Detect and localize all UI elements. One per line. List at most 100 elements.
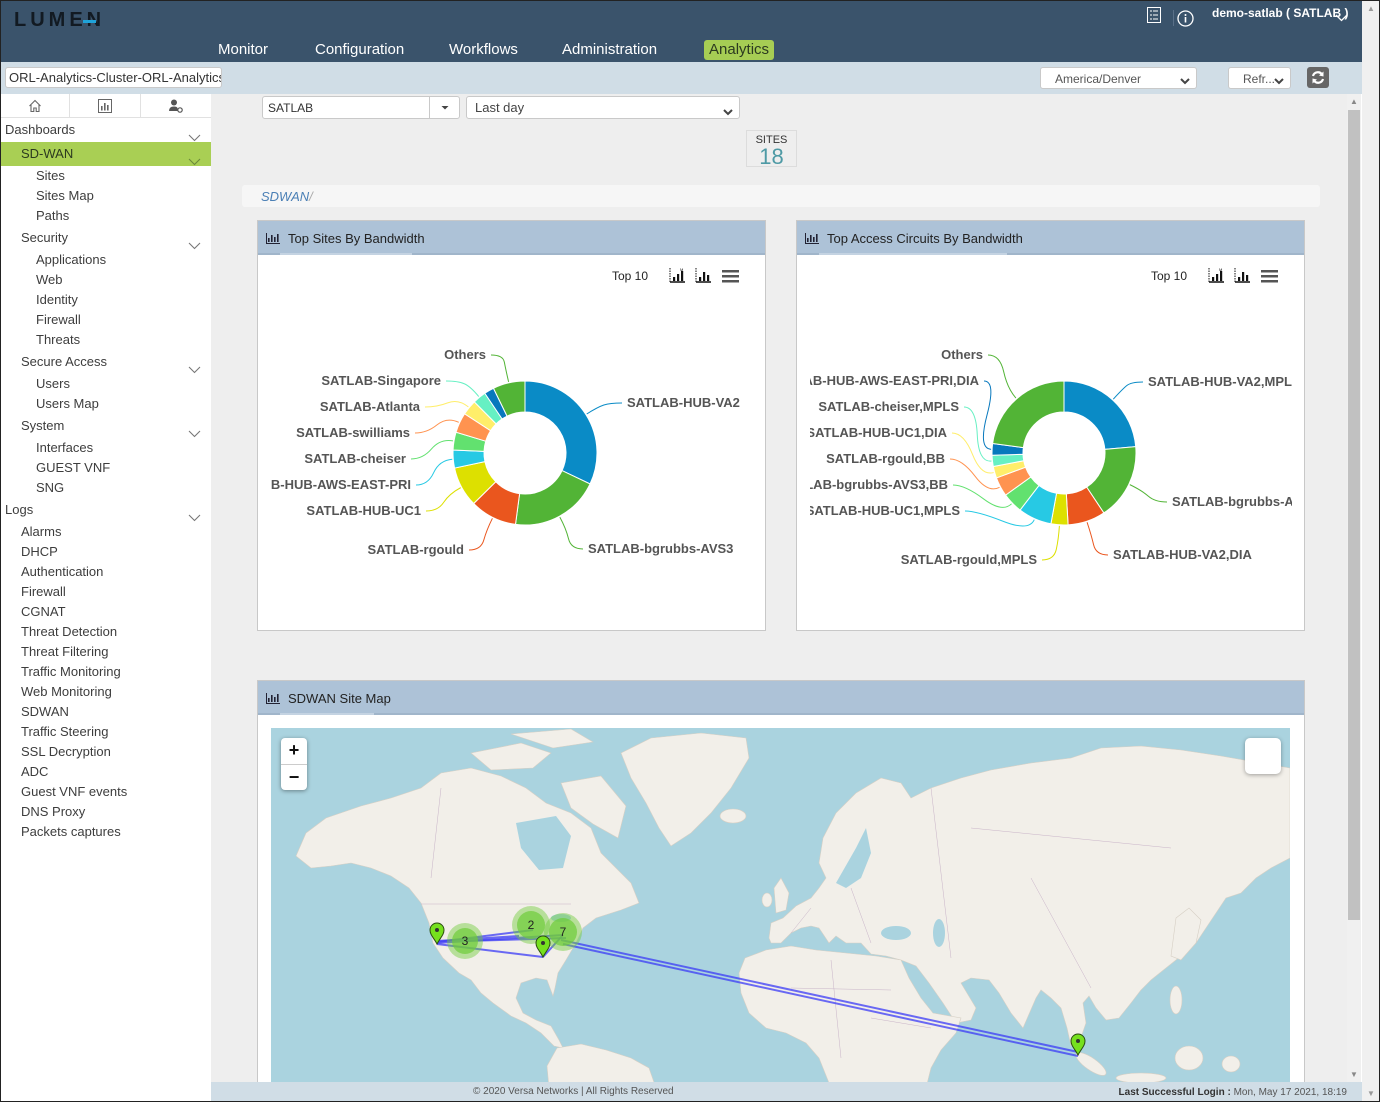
sites-summary[interactable]: SITES 18 [746,130,797,168]
chevron-down-icon [723,104,733,119]
sidebar-item-sites-map[interactable]: Sites Map [0,186,211,206]
sidebar-item-label: Secure Access [21,354,107,369]
map-zoom-control: + − [281,738,307,790]
map-layer-control[interactable] [1245,738,1281,774]
sidebar-item-adc[interactable]: ADC [0,762,211,782]
info-icon[interactable] [1177,10,1194,32]
sidebar-item-identity[interactable]: Identity [0,290,211,310]
sidebar-item-ssl-decryption[interactable]: SSL Decryption [0,742,211,762]
window-scrollbar[interactable]: ▲ ▼ [1362,0,1380,1102]
chevron-down-icon [1180,74,1190,88]
nav-monitor[interactable]: Monitor [213,40,273,60]
refresh-interval-select[interactable]: Refr... [1228,67,1291,89]
tenant-combobox[interactable]: SATLAB [262,96,460,119]
sidebar-item-threats[interactable]: Threats [0,330,211,350]
sidebar-item-guest-vnf[interactable]: GUEST VNF [0,458,211,478]
sidebar-item-dhcp[interactable]: DHCP [0,542,211,562]
scroll-up-arrow[interactable]: ▲ [1350,97,1358,106]
sidebar-tab-home[interactable] [0,94,71,118]
cluster-3[interactable]: 3 [447,923,483,959]
tenant-dropdown-button[interactable] [429,97,459,118]
scrollbar-thumb[interactable] [1348,110,1360,920]
task-list-icon[interactable] [1147,7,1161,28]
zoom-in-button[interactable]: + [281,738,307,764]
sidebar-item-users[interactable]: Users [0,374,211,394]
sidebar-item-web-monitoring[interactable]: Web Monitoring [0,682,211,702]
timezone-select[interactable]: America/Denver [1040,67,1197,89]
sidebar-item-label: Logs [5,502,34,517]
nav-analytics[interactable]: Analytics [704,40,775,60]
sidebar-item-paths[interactable]: Paths [0,206,211,226]
sidebar-item-traffic-monitoring[interactable]: Traffic Monitoring [0,662,211,682]
borneo [1174,1045,1204,1071]
donut-slice[interactable] [1063,380,1137,450]
sidebar-item-system[interactable]: System [0,414,211,438]
sidebar-item-applications[interactable]: Applications [0,250,211,270]
content-scrollbar[interactable]: ▲ ▼ [1347,94,1361,1082]
sidebar-item-security[interactable]: Security [0,226,211,250]
slice-label: SATLAB-cheiser,MPLS [818,399,959,414]
map-canvas[interactable]: 3 2 7 [271,728,1290,1082]
bar-chart-icon [805,231,819,249]
sidebar-item-sdwan-logs[interactable]: SDWAN [0,702,211,722]
slice-leader-line [949,458,1000,490]
java [1115,1072,1167,1082]
slice-leader-line [951,432,994,474]
sidebar-tab-analytics[interactable] [70,94,141,118]
sidebar-item-sites[interactable]: Sites [0,166,211,186]
panel-title: Top Access Circuits By Bandwidth [827,231,1023,246]
refresh-button[interactable] [1307,67,1329,88]
sidebar-item-packet-captures[interactable]: Packets captures [0,822,211,842]
sidebar-item-web[interactable]: Web [0,270,211,290]
donut-plot: SATLAB-HUB-VA2,MPLS SATLAB-bgrubbs-AVS3 SA… [797,347,1292,567]
world-map[interactable]: 3 2 7 + − [271,728,1290,1082]
sulawesi [1221,1055,1241,1073]
sidebar-item-logs[interactable]: Logs [0,498,211,522]
sidebar-item-sng[interactable]: SNG [0,478,211,498]
slice-label: SATLAB-HUB-VA2,DIA [1113,547,1253,562]
sidebar-item-traffic-steering[interactable]: Traffic Steering [0,722,211,742]
sidebar-item-secure-access[interactable]: Secure Access [0,350,211,374]
sidebar-item-alarms[interactable]: Alarms [0,522,211,542]
sidebar-item-users-map[interactable]: Users Map [0,394,211,414]
slice-leader-line [410,440,454,460]
sidebar-item-authentication[interactable]: Authentication [0,562,211,582]
chevron-down-icon[interactable] [1335,9,1348,27]
sidebar-menu: Dashboards SD-WAN Sites Sites Map Paths … [0,118,211,842]
sidebar-item-threat-filtering[interactable]: Threat Filtering [0,642,211,662]
scroll-up-arrow[interactable]: ▲ [1367,4,1375,13]
zoom-out-button[interactable]: − [281,764,307,790]
sidebar-item-logs-firewall[interactable]: Firewall [0,582,211,602]
panel-title: Top Sites By Bandwidth [288,231,425,246]
home-icon [28,99,41,113]
sidebar-item-interfaces[interactable]: Interfaces [0,438,211,458]
panel-header: Top Sites By Bandwidth [258,221,765,255]
slice-leader-line [445,380,480,397]
sidebar-item-dashboards[interactable]: Dashboards [0,118,211,142]
sidebar-item-cgnat[interactable]: CGNAT [0,602,211,622]
sidebar-item-sd-wan[interactable]: SD-WAN [0,142,211,166]
context-bar: ORL-Analytics-Cluster-ORL-AnalyticsDa Am… [0,62,1362,94]
user-menu[interactable]: demo-satlab ( SATLAB ) [1212,6,1348,20]
cluster-count: 3 [462,934,469,948]
scroll-down-arrow[interactable]: ▼ [1350,1070,1358,1079]
slice-label: SATLAB-bgrubbs-AVS3,BB [797,477,948,492]
scroll-down-arrow[interactable]: ▼ [1367,1089,1375,1098]
sidebar-item-security-firewall[interactable]: Firewall [0,310,211,330]
breadcrumb-sdwan[interactable]: SDWAN [261,189,309,204]
sidebar-item-threat-detection[interactable]: Threat Detection [0,622,211,642]
slice-label: SATLAB-HUB-UC1,DIA [806,425,947,440]
nav-configuration[interactable]: Configuration [310,40,409,60]
sidebar-item-dns-proxy[interactable]: DNS Proxy [0,802,211,822]
donut-slice[interactable] [992,380,1065,449]
sidebar-tab-admin[interactable] [141,94,211,118]
sidebar-item-guest-vnf-events[interactable]: Guest VNF events [0,782,211,802]
logo-accent [83,20,96,23]
donut-slice[interactable] [524,380,598,485]
nav-administration[interactable]: Administration [557,40,662,60]
nav-workflows[interactable]: Workflows [444,40,523,60]
time-range-select[interactable]: Last day [466,96,740,119]
donut-slice[interactable] [514,469,591,526]
header-divider [1173,10,1174,26]
cluster-select-input[interactable]: ORL-Analytics-Cluster-ORL-AnalyticsDa [5,67,222,88]
